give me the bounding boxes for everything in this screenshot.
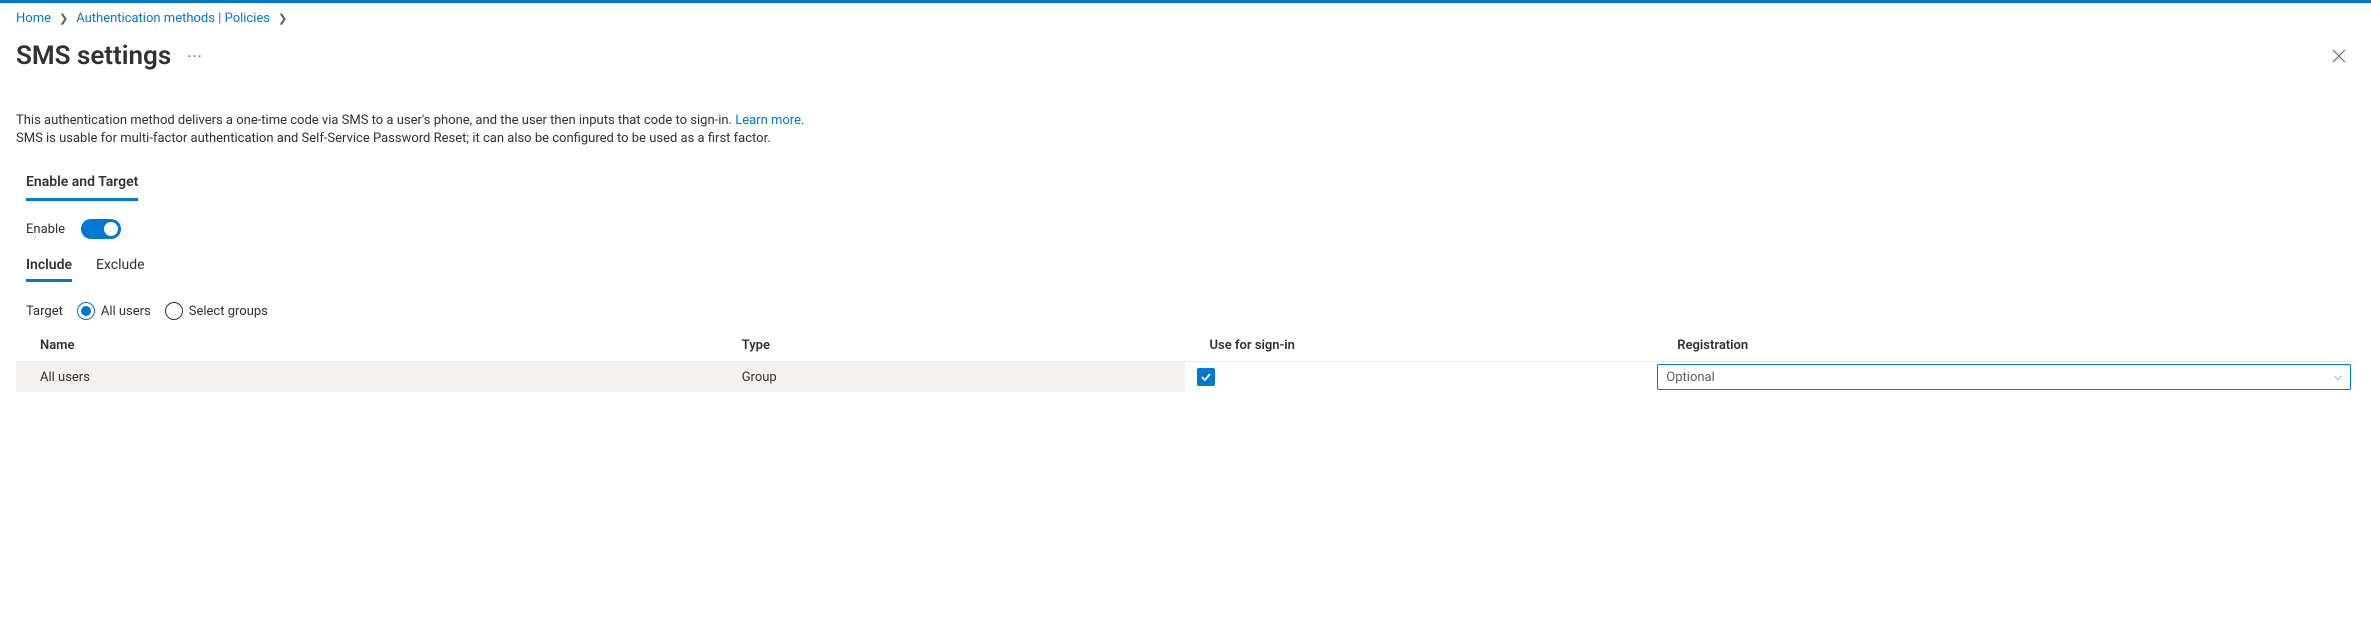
breadcrumb-home[interactable]: Home: [16, 11, 51, 26]
radio-circle-icon: [77, 302, 95, 320]
check-icon: [1200, 371, 1212, 383]
description-line1: This authentication method delivers a on…: [16, 113, 735, 128]
target-label: Target: [26, 304, 63, 319]
close-icon: [2332, 49, 2346, 63]
more-actions-icon[interactable]: ···: [187, 47, 203, 66]
radio-circle-icon: [165, 302, 183, 320]
description-text: This authentication method delivers a on…: [16, 112, 2355, 148]
tab-exclude[interactable]: Exclude: [96, 257, 145, 282]
chevron-down-icon: ⌵: [2334, 370, 2342, 384]
radio-select-groups[interactable]: Select groups: [165, 302, 268, 320]
enable-toggle[interactable]: [81, 219, 121, 239]
targets-table: Name Type Use for sign-in Registration A…: [16, 330, 2355, 392]
description-line2: SMS is usable for multi-factor authentic…: [16, 131, 771, 146]
breadcrumb: Home ❯ Authentication methods | Policies…: [16, 11, 2355, 26]
tab-include[interactable]: Include: [26, 257, 72, 282]
chevron-right-icon: ❯: [59, 12, 68, 25]
close-button[interactable]: [2323, 40, 2355, 72]
cell-type: Group: [718, 362, 1186, 393]
registration-select-value: Optional: [1666, 370, 1714, 385]
description-period: .: [801, 113, 804, 128]
table-header-name: Name: [16, 330, 718, 362]
table-header-type: Type: [718, 330, 1186, 362]
registration-select[interactable]: Optional ⌵: [1657, 364, 2351, 390]
radio-all-users-label: All users: [101, 304, 151, 319]
table-row: All users Group Optional ⌵: [16, 362, 2355, 393]
page-title: SMS settings: [16, 41, 171, 71]
use-for-signin-checkbox[interactable]: [1197, 368, 1215, 386]
enable-label: Enable: [26, 222, 65, 237]
radio-all-users[interactable]: All users: [77, 302, 151, 320]
cell-name: All users: [16, 362, 718, 393]
radio-select-groups-label: Select groups: [189, 304, 268, 319]
cell-registration: Optional ⌵: [1653, 362, 2355, 393]
table-header-signin: Use for sign-in: [1185, 330, 1653, 362]
cell-signin: [1185, 362, 1653, 393]
breadcrumb-auth-methods[interactable]: Authentication methods | Policies: [76, 11, 270, 26]
learn-more-link[interactable]: Learn more: [735, 113, 801, 128]
toggle-knob: [104, 222, 118, 236]
table-header-registration: Registration: [1653, 330, 2355, 362]
section-tab-enable-target[interactable]: Enable and Target: [26, 174, 138, 201]
chevron-right-icon: ❯: [278, 12, 287, 25]
